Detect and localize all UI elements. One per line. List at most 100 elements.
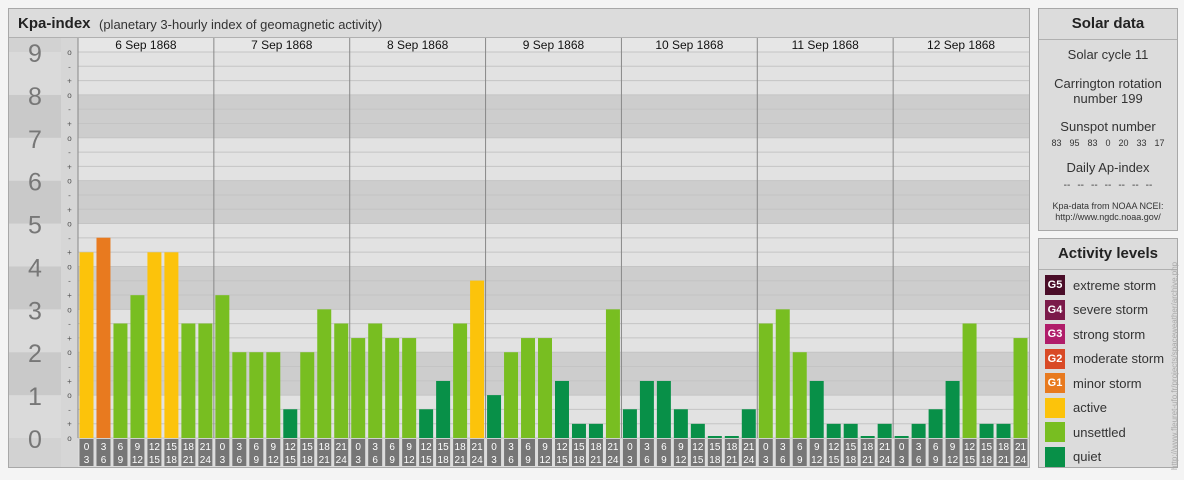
ap-value: -- <box>1145 180 1153 191</box>
kp-bar <box>147 252 162 438</box>
solar-data-panel: Solar data Solar cycle 11 Carrington rot… <box>1038 8 1178 231</box>
interval-end-label: 3 <box>84 455 90 466</box>
grid-band <box>78 94 1029 138</box>
sunspot-value: 83 <box>1051 138 1062 148</box>
interval-end-label: 6 <box>644 455 650 466</box>
interval-start-label: 9 <box>678 442 684 453</box>
sub-tick-label: o <box>67 91 72 100</box>
y-tick-label: 2 <box>28 340 42 368</box>
interval-end-label: 9 <box>661 455 667 466</box>
legend-swatch: G5 <box>1045 275 1065 296</box>
interval-start-label: 21 <box>200 442 212 453</box>
activity-legend: G5 extreme storm G4 severe storm G3 strong st… <box>1039 270 1177 469</box>
kp-bar <box>809 380 824 438</box>
interval-end-label: 21 <box>862 455 874 466</box>
sub-tick-label: o <box>67 391 72 400</box>
sunspot-value: 0 <box>1105 138 1111 148</box>
chart-subtitle: (planetary 3-hourly index of geomagnetic… <box>99 17 383 32</box>
interval-start-label: 12 <box>149 442 161 453</box>
legend-label: severe storm <box>1073 302 1149 318</box>
kp-bar <box>215 295 230 438</box>
sub-tick-label: o <box>67 348 72 357</box>
sub-tick-label: o <box>67 134 72 143</box>
interval-end-label: 18 <box>709 455 721 466</box>
legend-swatch <box>1045 422 1065 443</box>
kp-bar <box>860 436 875 438</box>
legend-label: quiet <box>1073 449 1102 465</box>
interval-end-label: 6 <box>237 455 243 466</box>
legend-label: moderate storm <box>1073 351 1165 367</box>
interval-start-label: 0 <box>899 442 905 453</box>
sub-tick-label: + <box>67 77 72 86</box>
interval-start-label: 21 <box>1015 442 1027 453</box>
sub-tick-label: o <box>67 220 72 229</box>
ap-value: -- <box>1132 180 1139 191</box>
kp-bar <box>945 380 960 438</box>
interval-end-label: 12 <box>539 455 551 466</box>
interval-start-label: 9 <box>542 442 548 453</box>
interval-end-label: 12 <box>404 455 416 466</box>
legend-item-moderate-storm: G2 moderate storm <box>1039 347 1177 372</box>
kpa-chart-panel: o + - o + - o + - o + - o + - o + - o + - o + - o + - o 0 1 2 3 4 5 6 7 8 9 6 … <box>8 8 1030 468</box>
interval-end-label: 15 <box>285 455 297 466</box>
interval-end-label: 3 <box>355 455 361 466</box>
kp-bar <box>571 423 586 438</box>
legend-item-extreme-storm: G5 extreme storm <box>1039 273 1177 298</box>
interval-start-label: 9 <box>814 442 820 453</box>
kp-bar <box>605 309 620 438</box>
sub-tick-label: o <box>67 434 72 443</box>
kp-bar <box>707 436 722 438</box>
kp-bar <box>656 380 671 438</box>
interval-start-label: 3 <box>916 442 922 453</box>
legend-item-unsettled: unsettled <box>1039 420 1177 445</box>
interval-start-label: 21 <box>607 442 619 453</box>
kp-bar <box>962 323 977 438</box>
interval-end-label: 3 <box>627 455 633 466</box>
interval-end-label: 15 <box>421 455 433 466</box>
kp-bar <box>79 252 94 438</box>
sub-tick-label: o <box>67 48 72 57</box>
interval-end-label: 9 <box>118 455 124 466</box>
interval-end-label: 18 <box>166 455 178 466</box>
sub-tick-label: - <box>68 405 71 414</box>
sub-tick-label: - <box>68 320 71 329</box>
kp-bar <box>504 352 519 438</box>
interval-start-label: 3 <box>101 442 107 453</box>
legend-item-quiet: quiet <box>1039 445 1177 470</box>
carrington-line-2: number 199 <box>1073 91 1143 106</box>
interval-end-label: 6 <box>508 455 514 466</box>
interval-end-label: 12 <box>132 455 144 466</box>
legend-item-active: active <box>1039 396 1177 421</box>
interval-start-label: 18 <box>319 442 331 453</box>
legend-label: strong storm <box>1073 326 1146 342</box>
sub-tick-label: + <box>67 119 72 128</box>
sub-tick-label: - <box>68 234 71 243</box>
interval-start-label: 18 <box>862 442 874 453</box>
interval-end-label: 9 <box>525 455 531 466</box>
interval-start-label: 6 <box>118 442 124 453</box>
kp-bar <box>181 323 196 438</box>
grid-band <box>78 52 1029 95</box>
interval-end-label: 12 <box>811 455 823 466</box>
sunspot-value: 20 <box>1118 138 1129 148</box>
interval-start-label: 0 <box>355 442 361 453</box>
kp-bar <box>639 380 654 438</box>
sub-tick-label: o <box>67 177 72 186</box>
interval-start-label: 18 <box>455 442 467 453</box>
interval-start-label: 3 <box>644 442 650 453</box>
ap-value: -- <box>1118 180 1125 191</box>
interval-end-label: 15 <box>828 455 840 466</box>
day-label: 6 Sep 1868 <box>115 38 177 52</box>
kp-bar <box>724 436 739 438</box>
interval-start-label: 6 <box>797 442 803 453</box>
kp-bar <box>470 280 485 438</box>
data-source-url[interactable]: http://www.ngdc.noaa.gov/ <box>1039 212 1177 223</box>
kp-bar <box>826 423 841 438</box>
interval-end-label: 24 <box>743 455 755 466</box>
interval-start-label: 12 <box>421 442 433 453</box>
kp-bar <box>113 323 128 438</box>
interval-end-label: 6 <box>372 455 378 466</box>
kp-bar <box>317 309 332 438</box>
interval-start-label: 0 <box>491 442 497 453</box>
watermark: http://www.fleuret-ufo.fr/projects/space… <box>1170 261 1179 470</box>
